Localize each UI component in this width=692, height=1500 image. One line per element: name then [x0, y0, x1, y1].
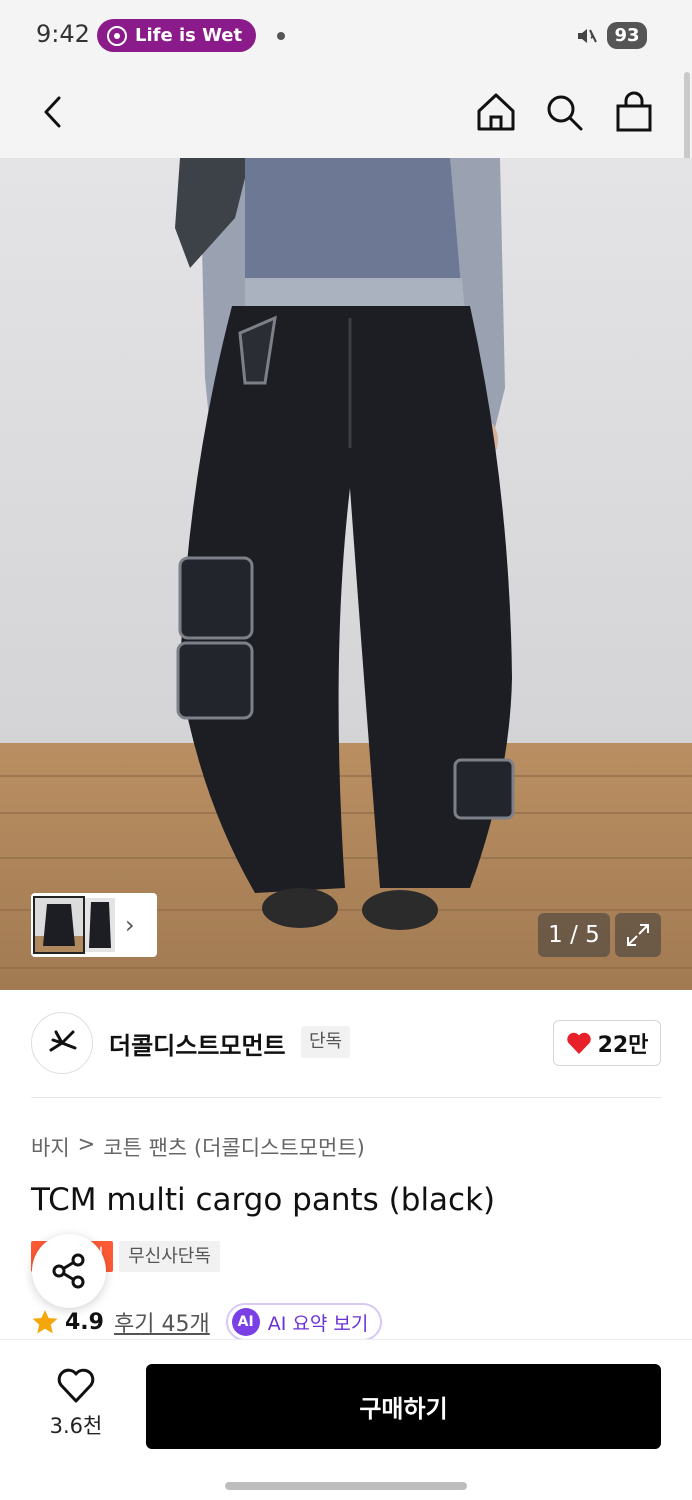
bottom-action-bar: 3.6천 구매하기: [0, 1339, 692, 1500]
battery-indicator: 93: [607, 22, 647, 49]
thumbnail-2[interactable]: [85, 898, 115, 952]
thumbnail-strip[interactable]: ›: [31, 893, 157, 957]
wishlist-button[interactable]: 3.6천: [36, 1368, 116, 1444]
ai-summary-label: AI 요약 보기: [267, 1312, 369, 1335]
notification-dot-icon: [277, 32, 285, 40]
cart-button[interactable]: [608, 86, 660, 138]
breadcrumb-category[interactable]: 바지: [31, 1132, 70, 1162]
top-nav-bar: [0, 70, 692, 158]
thumbnail-photo: [85, 898, 115, 952]
share-button[interactable]: [32, 1234, 106, 1308]
home-icon: [477, 93, 515, 131]
home-button[interactable]: [470, 86, 522, 138]
brand-row: 더콜디스트모먼트 단독 22만: [31, 1012, 661, 1076]
back-icon: [44, 96, 61, 128]
category-breadcrumb: 바지 > 코튼 팬츠 (더콜디스트모먼트): [31, 1132, 365, 1162]
expand-image-button[interactable]: [615, 913, 661, 957]
media-title: Life is Wet: [135, 25, 243, 46]
buy-button[interactable]: 구매하기: [146, 1364, 661, 1449]
thumbnail-1[interactable]: [33, 896, 85, 954]
product-title: TCM multi cargo pants (black): [31, 1182, 496, 1218]
product-image-gallery[interactable]: › 1 / 5: [0, 158, 692, 990]
chevron-right-icon: ›: [125, 911, 135, 939]
image-page-indicator: 1 / 5: [538, 913, 610, 957]
reviews-link[interactable]: 후기 45개: [114, 1306, 210, 1338]
wishlist-count: 3.6천: [49, 1414, 103, 1438]
music-disc-icon: [107, 25, 127, 46]
exclusive-tag: 단독: [301, 1026, 351, 1058]
thumbnail-photo: [35, 898, 83, 952]
mute-icon: [578, 29, 597, 43]
rating-value: 4.9: [65, 1309, 104, 1335]
search-icon: [547, 95, 583, 131]
brand-like-count: 22만: [597, 1033, 649, 1058]
search-button[interactable]: [538, 86, 590, 138]
exclusive-badge: 무신사단독: [119, 1241, 220, 1272]
ai-summary-button[interactable]: AI AI 요약 보기: [225, 1303, 383, 1341]
rating-row: 4.9 후기 45개 AI AI 요약 보기: [31, 1303, 383, 1341]
star-icon: [32, 1310, 58, 1334]
breadcrumb-separator: >: [77, 1132, 96, 1156]
shopping-bag-icon: [616, 91, 652, 132]
ai-icon: AI: [231, 1308, 260, 1336]
battery-level: 93: [614, 25, 640, 46]
expand-icon: [627, 924, 649, 946]
brand-logo-icon: [49, 1030, 77, 1052]
heart-outline-icon: [57, 1368, 95, 1403]
brand-name[interactable]: 더콜디스트모먼트: [109, 1026, 286, 1061]
product-photo: [0, 158, 692, 990]
heart-filled-icon: [566, 1032, 591, 1054]
divider: [31, 1097, 661, 1098]
share-icon: [52, 1253, 85, 1289]
status-time: 9:42: [36, 20, 90, 48]
brand-like-button[interactable]: 22만: [553, 1020, 661, 1066]
media-playing-pill[interactable]: Life is Wet: [97, 19, 256, 52]
home-indicator[interactable]: [225, 1482, 467, 1490]
status-bar: 9:42 Life is Wet 93: [0, 0, 692, 70]
breadcrumb-subcategory[interactable]: 코튼 팬츠 (더콜디스트모먼트): [103, 1132, 365, 1162]
brand-logo[interactable]: [31, 1012, 93, 1074]
back-button[interactable]: [28, 86, 80, 138]
